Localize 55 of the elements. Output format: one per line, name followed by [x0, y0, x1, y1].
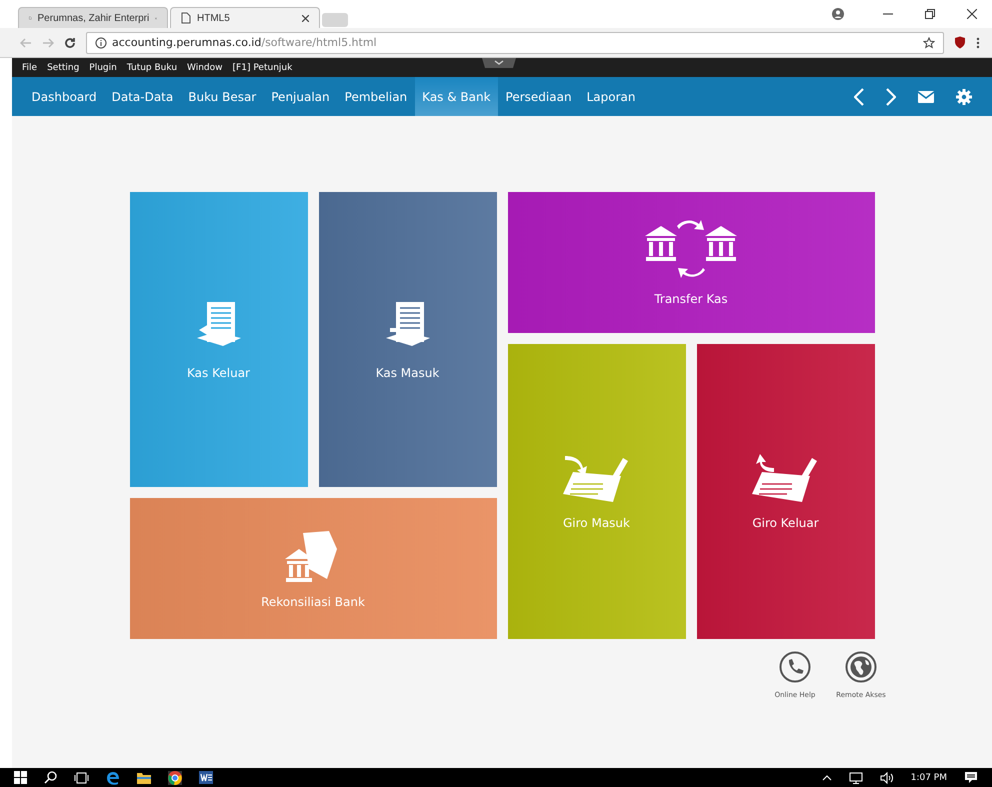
- menu-item[interactable]: File: [22, 62, 38, 72]
- browser-tab[interactable]: Perumnas, Zahir Enterpri: [18, 7, 168, 28]
- menu-item[interactable]: [F1] Petunjuk: [232, 62, 292, 72]
- previous-icon[interactable]: [854, 88, 864, 106]
- folder-icon[interactable]: [137, 772, 151, 784]
- tile-label: Kas Keluar: [187, 366, 250, 380]
- speaker-icon[interactable]: [880, 772, 894, 784]
- nav-tab[interactable]: Kas & Bank: [414, 77, 498, 116]
- address-bar[interactable]: accounting.perumnas.co.id/software/html5.html: [86, 32, 944, 54]
- browser-tab[interactable]: HTML5: [170, 7, 320, 28]
- tile-label: Giro Keluar: [752, 516, 819, 530]
- settings-icon[interactable]: [956, 88, 972, 104]
- info-icon: [95, 36, 107, 48]
- word-icon[interactable]: [199, 771, 213, 784]
- phone-icon: [779, 651, 811, 683]
- globe-icon: [845, 651, 877, 683]
- tile-label: Rekonsiliasi Bank: [261, 594, 365, 608]
- network-icon[interactable]: [848, 772, 863, 784]
- tile[interactable]: Kas Masuk: [318, 192, 496, 487]
- chevron-icon[interactable]: [482, 58, 516, 68]
- tile-label: Giro Masuk: [563, 516, 630, 530]
- menu-item[interactable]: Tutup Buku: [126, 62, 178, 72]
- mail-icon[interactable]: [918, 90, 934, 102]
- next-icon[interactable]: [886, 88, 896, 106]
- nav-tab[interactable]: Pembelian: [337, 77, 415, 116]
- reload-icon[interactable]: [64, 36, 76, 48]
- profile-icon[interactable]: [832, 8, 844, 20]
- menu-item[interactable]: Plugin: [89, 62, 117, 72]
- star-icon[interactable]: [923, 36, 935, 48]
- tile[interactable]: Transfer Kas: [508, 192, 874, 333]
- shield-icon[interactable]: [954, 36, 966, 49]
- close-icon[interactable]: [302, 14, 309, 22]
- task-view-icon[interactable]: [74, 772, 89, 784]
- more-icon[interactable]: [976, 36, 980, 48]
- tile[interactable]: Giro Keluar: [696, 344, 874, 639]
- search-icon[interactable]: [44, 771, 57, 784]
- menu-item[interactable]: Window: [187, 62, 223, 72]
- tile-label: Kas Masuk: [376, 366, 440, 380]
- menu-item[interactable]: Setting: [47, 62, 80, 72]
- nav-tab[interactable]: Persediaan: [498, 77, 580, 116]
- browser-icon[interactable]: [168, 770, 182, 784]
- close-icon[interactable]: [967, 9, 977, 19]
- nav-tab[interactable]: Data-Data: [104, 77, 181, 116]
- clock-text[interactable]: 1:07 PM: [910, 772, 947, 782]
- notification-icon[interactable]: [964, 771, 978, 784]
- caret-icon[interactable]: [822, 774, 832, 780]
- tile-label: Transfer Kas: [654, 292, 728, 306]
- start-icon[interactable]: [14, 771, 27, 784]
- nav-tab[interactable]: Laporan: [579, 77, 643, 116]
- edge-icon[interactable]: [106, 770, 120, 784]
- page-icon: [181, 12, 191, 24]
- nav-tab[interactable]: Dashboard: [24, 77, 104, 116]
- nav-tab[interactable]: Buku Besar: [180, 77, 264, 116]
- restore-icon[interactable]: [925, 9, 935, 19]
- nav-tab[interactable]: Penjualan: [264, 77, 338, 116]
